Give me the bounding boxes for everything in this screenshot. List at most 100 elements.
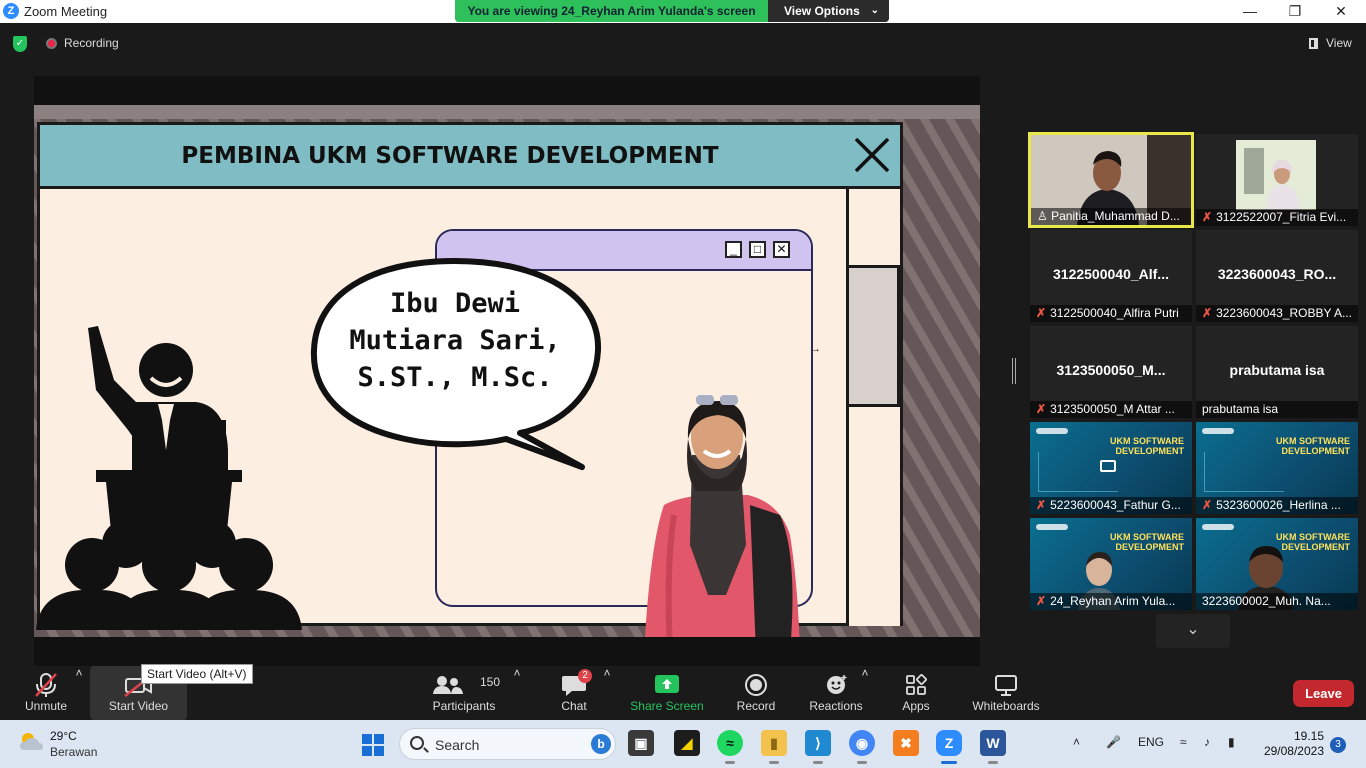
reactions-button[interactable]: Reactions: [806, 666, 866, 720]
participant-label-2: ✗ 3122522007_Fitria Evi...: [1196, 209, 1358, 226]
share-banner: You are viewing 24_Reyhan Arim Yulanda's…: [455, 0, 889, 22]
participant-tile-2[interactable]: ✗ 3122522007_Fitria Evi...: [1196, 134, 1358, 226]
vscode-icon[interactable]: ⟩: [805, 730, 831, 764]
whiteboards-button[interactable]: Whiteboards: [968, 666, 1044, 720]
pinned-person-icon: ♙: [1037, 209, 1048, 223]
chevron-down-icon: ⌄: [1186, 621, 1200, 638]
smiley-icon: [827, 675, 847, 694]
apps-icon: [906, 674, 927, 695]
muted-mic-icon: ✗: [1036, 402, 1047, 416]
viewing-screen-message: You are viewing 24_Reyhan Arim Yulanda's…: [455, 0, 768, 22]
bing-icon[interactable]: b: [591, 734, 611, 754]
wifi-icon[interactable]: ≈: [1180, 735, 1187, 749]
speaker-audience-illustration: [36, 326, 302, 630]
speech-line-3: S.ST., M.Sc.: [357, 362, 553, 393]
participant-tile-7[interactable]: UKM SOFTWARE DEVELOPMENT ✗ 5223600043_Fath…: [1030, 422, 1192, 514]
maximize-icon: □: [749, 241, 766, 258]
muted-mic-icon: ✗: [1036, 594, 1047, 608]
participant-name-6: prabutama isa: [1229, 362, 1325, 378]
battery-icon[interactable]: ▮: [1228, 735, 1235, 749]
participant-tile-5[interactable]: 3123500050_M... ✗ 3123500050_M Attar ...: [1030, 326, 1192, 418]
participant-label-6: prabutama isa: [1196, 401, 1358, 418]
show-hidden-icons-caret[interactable]: ˄: [1073, 735, 1080, 749]
search-placeholder: Search: [435, 737, 480, 753]
record-label: Record: [736, 699, 776, 713]
clock-time: 19.15: [1293, 729, 1324, 743]
windows-start-button[interactable]: [362, 734, 384, 756]
participant-label-8: ✗ 5323600026_Herlina ...: [1196, 497, 1358, 514]
zoom-taskbar-icon[interactable]: Z: [936, 730, 962, 764]
weather-condition[interactable]: Berawan: [50, 745, 97, 759]
audio-options-caret[interactable]: ˄: [74, 666, 84, 720]
word-icon[interactable]: W: [980, 730, 1006, 764]
share-screen-button[interactable]: Share Screen: [630, 666, 704, 720]
unmute-button[interactable]: Unmute: [18, 666, 74, 720]
chat-label: Chat: [561, 699, 587, 713]
view-options-button[interactable]: View Options ⌄: [768, 0, 889, 22]
presentation-slide: PEMBINA UKM SOFTWARE DEVELOPMENT _ □ ✕ I…: [34, 105, 980, 637]
search-icon: [410, 736, 424, 750]
xampp-icon[interactable]: ✖: [893, 730, 919, 756]
view-button[interactable]: View: [1326, 36, 1352, 50]
record-button[interactable]: Record: [732, 666, 780, 720]
language-indicator[interactable]: ENG: [1138, 735, 1164, 749]
slide-title-bar: PEMBINA UKM SOFTWARE DEVELOPMENT: [40, 125, 900, 189]
weather-temperature[interactable]: 29°C: [50, 729, 77, 743]
taskbar-search-box[interactable]: Search b: [399, 728, 616, 760]
leave-button[interactable]: Leave: [1293, 680, 1354, 707]
participant-tile-8[interactable]: UKM SOFTWARE DEVELOPMENT ✗ 5323600026_Herl…: [1196, 422, 1358, 514]
sponsor-logos: [1202, 428, 1234, 434]
speaker-icon[interactable]: ♪: [1204, 735, 1210, 749]
chrome-icon[interactable]: ◉: [849, 730, 875, 764]
whiteboards-label: Whiteboards: [972, 699, 1040, 713]
clock-date: 29/08/2023: [1263, 744, 1324, 758]
file-explorer-icon[interactable]: ▮: [761, 730, 787, 764]
reactions-options-caret[interactable]: ˄: [860, 666, 870, 720]
participant-label-7: ✗ 5223600043_Fathur G...: [1030, 497, 1192, 514]
participant-tile-4[interactable]: 3223600043_RO... ✗ 3223600043_ROBBY A...: [1196, 230, 1358, 322]
participant-tile-6[interactable]: prabutama isa prabutama isa: [1196, 326, 1358, 418]
close-window-button[interactable]: ✕: [1318, 0, 1364, 23]
chevron-down-icon: ⌄: [870, 5, 879, 16]
encryption-shield-icon[interactable]: ✓: [13, 36, 27, 52]
spotify-icon[interactable]: ≈: [717, 730, 743, 764]
recording-label[interactable]: Recording: [64, 36, 119, 50]
apps-label: Apps: [902, 699, 930, 713]
slide-side-panel: [846, 189, 900, 626]
participants-options-caret[interactable]: ˄: [512, 666, 522, 720]
speech-line-1: Ibu Dewi: [389, 288, 521, 319]
vbg-title: UKM SOFTWARE DEVELOPMENT: [1276, 436, 1350, 456]
participants-button[interactable]: 150 Participants: [430, 666, 500, 720]
view-layout-icon[interactable]: [1309, 38, 1318, 49]
meeting-top-bar: ✓ Recording View: [0, 23, 1366, 63]
participant-name-3: 3122500040_Alf...: [1053, 266, 1169, 282]
participant-name-4: 3223600043_RO...: [1217, 266, 1337, 282]
apps-button[interactable]: Apps: [892, 666, 940, 720]
circuit-pattern: [1038, 452, 1118, 492]
notification-count-badge[interactable]: 3: [1330, 737, 1346, 753]
participant-gallery: ♙ Panitia_Muhammad D... ✗ 3122522007_Fitr…: [1010, 120, 1366, 660]
share-screen-label: Share Screen: [630, 699, 704, 713]
cloudy-weather-icon[interactable]: [18, 730, 44, 754]
gallery-next-page-button[interactable]: ⌄: [1156, 614, 1230, 648]
sticky-notes-icon[interactable]: ◢: [674, 730, 700, 756]
task-view-icon[interactable]: ▣: [628, 730, 654, 756]
windows-taskbar: 29°C Berawan Search b ▣ ◢ ≈ ▮ ⟩ ◉ ✖ Z W …: [0, 720, 1366, 768]
chat-button[interactable]: 2 Chat: [550, 666, 598, 720]
participant-name-5: 3123500050_M...: [1056, 362, 1166, 378]
maximize-button[interactable]: ❐: [1272, 0, 1318, 23]
minimize-button[interactable]: —: [1227, 0, 1273, 23]
participant-tile-3[interactable]: 3122500040_Alf... ✗ 3122500040_Alfira Put…: [1030, 230, 1192, 322]
muted-mic-icon: ✗: [1036, 498, 1047, 512]
chat-options-caret[interactable]: ˄: [602, 666, 612, 720]
participant-tile-10[interactable]: UKM SOFTWARE DEVELOPMENT 3223600002_Muh. …: [1196, 518, 1358, 610]
participant-tile-9[interactable]: UKM SOFTWARE DEVELOPMENT ✗ 24_Reyhan Arim …: [1030, 518, 1192, 610]
circuit-pattern: [1204, 452, 1284, 492]
shared-screen: PEMBINA UKM SOFTWARE DEVELOPMENT _ □ ✕ I…: [34, 76, 980, 666]
participant-tile-1[interactable]: ♙ Panitia_Muhammad D...: [1028, 132, 1194, 228]
participant-label-3: ✗ 3122500040_Alfira Putri: [1030, 305, 1192, 322]
microphone-tray-icon[interactable]: 🎤: [1106, 735, 1121, 749]
speech-bubble-text: Ibu Dewi Mutiara Sari, S.ST., M.Sc.: [330, 285, 580, 396]
taskbar-clock[interactable]: 19.15 29/08/2023: [1262, 729, 1324, 759]
participant-label-1: ♙ Panitia_Muhammad D...: [1031, 208, 1191, 225]
